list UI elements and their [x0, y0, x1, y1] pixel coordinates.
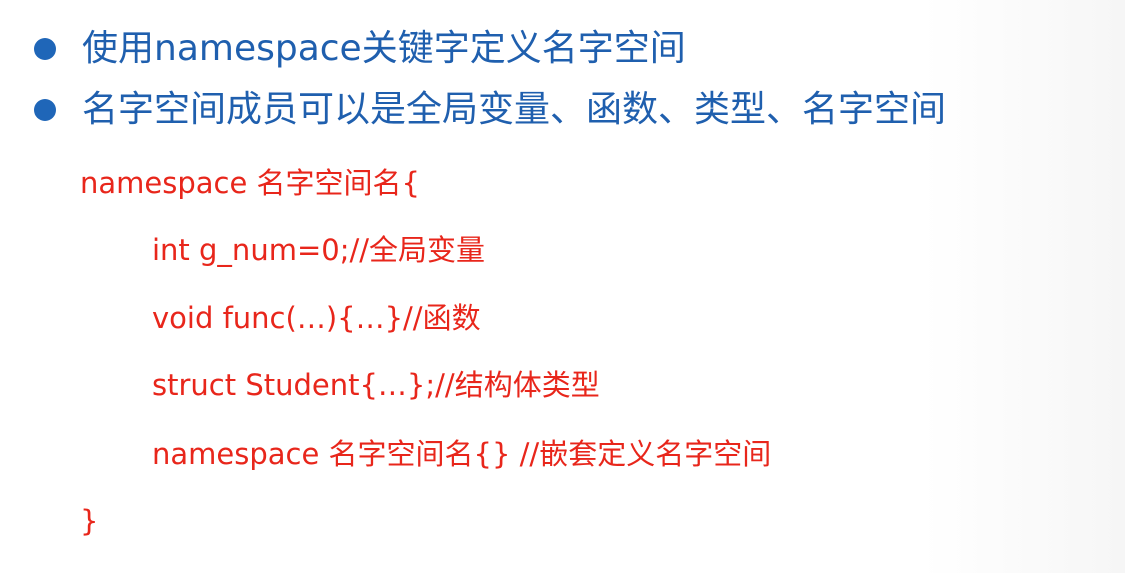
bullet-dot-icon: [34, 38, 56, 60]
code-line: struct Student{…};//结构体类型: [152, 368, 600, 402]
code-line: }: [80, 504, 99, 538]
bullet-text: 名字空间成员可以是全局变量、函数、类型、名字空间: [82, 89, 947, 130]
code-line: namespace 名字空间名{: [80, 166, 420, 200]
bullet-item: 名字空间成员可以是全局变量、函数、类型、名字空间: [34, 85, 946, 135]
code-line: void func(…){…}//函数: [152, 301, 481, 335]
slide: 使用namespace关键字定义名字空间 名字空间成员可以是全局变量、函数、类型…: [0, 0, 1125, 573]
bullet-item: 使用namespace关键字定义名字空间: [34, 24, 686, 74]
bullet-text: 使用namespace关键字定义名字空间: [82, 28, 686, 69]
bullet-dot-icon: [34, 99, 56, 121]
code-line: namespace 名字空间名{} //嵌套定义名字空间: [152, 437, 772, 471]
code-line: int g_num=0;//全局变量: [152, 233, 486, 267]
